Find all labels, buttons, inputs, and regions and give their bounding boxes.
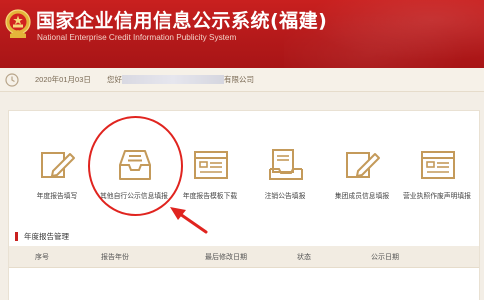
- annual-report-template-download-label: 年度报告模板下载: [182, 192, 238, 200]
- column-header: 状态: [297, 253, 311, 261]
- info-bar: 2020年01月03日 您好 有限公司: [0, 68, 484, 92]
- column-header: 最后修改日期: [205, 253, 247, 261]
- cancellation-notice-button[interactable]: 注销公告填报: [253, 147, 317, 207]
- license-void-statement-label: 营业执照作废声明填报: [403, 192, 471, 200]
- company-suffix: 有限公司: [224, 75, 254, 84]
- current-date: 2020年01月03日: [35, 75, 91, 84]
- form-window-icon: [421, 151, 455, 179]
- site-title: 国家企业信用信息公示系统(福建): [36, 10, 328, 32]
- column-header: 报告年份: [101, 253, 129, 261]
- pencil-edit-icon: [41, 152, 75, 178]
- report-table-body: [9, 268, 479, 300]
- pointer-arrow-icon: [170, 207, 208, 234]
- column-header: 公示日期: [371, 253, 399, 261]
- masked-company-name: [122, 75, 224, 84]
- group-member-info-button[interactable]: 集团成员信息填报: [330, 147, 394, 207]
- group-member-info-label: 集团成员信息填报: [334, 192, 390, 200]
- section-title: 年度报告管理: [15, 232, 69, 241]
- clock-icon: [5, 73, 19, 87]
- national-emblem-icon: [5, 9, 31, 38]
- document-stack-icon: [269, 149, 303, 180]
- annual-report-fill-label: 年度报告填写: [36, 192, 78, 200]
- site-title-english: National Enterprise Credit Information P…: [37, 33, 237, 42]
- greeting-label: 您好: [107, 75, 122, 84]
- license-void-statement-button[interactable]: 营业执照作废声明填报: [403, 147, 471, 207]
- site-header: 国家企业信用信息公示系统(福建) National Enterprise Cre…: [0, 0, 484, 68]
- column-header: 序号: [35, 253, 49, 261]
- pencil-edit-icon: [346, 152, 380, 178]
- form-window-icon: [194, 151, 228, 179]
- annual-report-template-download-button[interactable]: 年度报告模板下载: [178, 147, 242, 207]
- cancellation-notice-label: 注销公告填报: [264, 192, 306, 200]
- annual-report-fill-button[interactable]: 年度报告填写: [25, 147, 89, 207]
- report-table-header: 序号 报告年份 最后修改日期 状态 公示日期: [9, 246, 479, 268]
- highlight-circle: [88, 116, 183, 216]
